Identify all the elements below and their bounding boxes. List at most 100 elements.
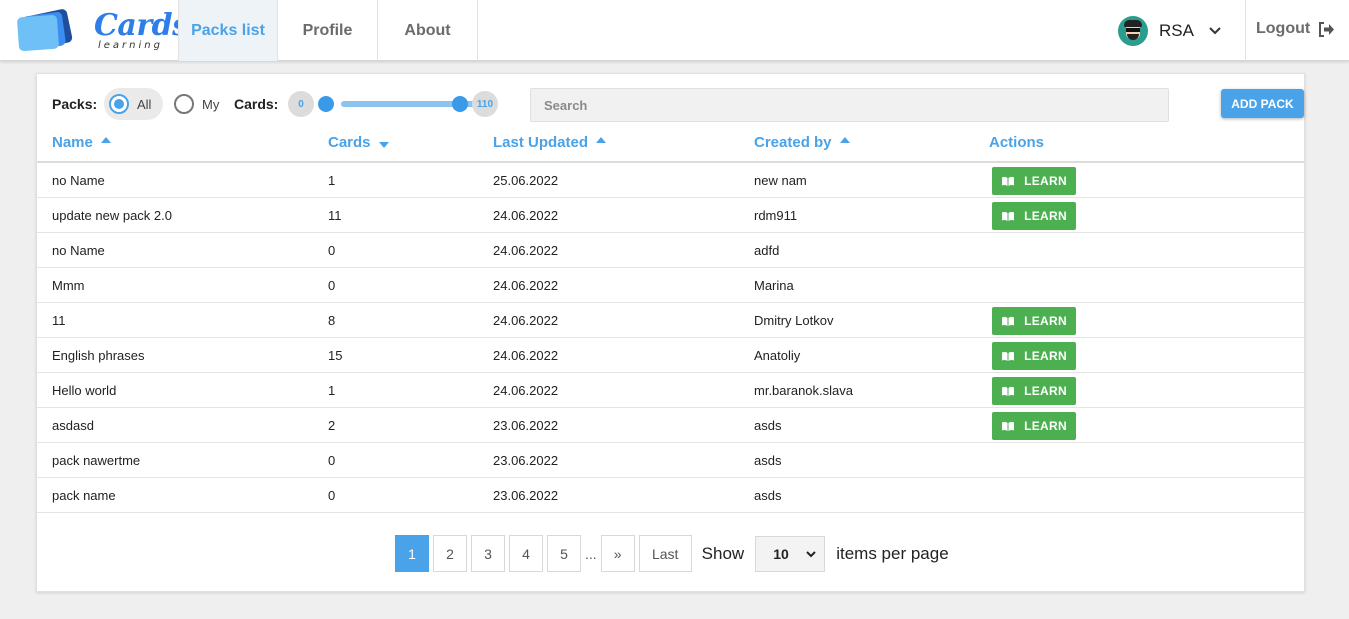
cell-name: Hello world <box>52 383 117 398</box>
cell-updated: 24.06.2022 <box>493 383 559 398</box>
col-name-label: Name <box>52 134 93 151</box>
page-1-button[interactable]: 1 <box>395 535 429 572</box>
book-icon <box>1002 351 1015 361</box>
cell-name: pack nawertme <box>52 453 141 468</box>
table-row: 11 8 24.06.2022 Dmitry Lotkov LEARN <box>37 303 1304 338</box>
cell-updated: 23.06.2022 <box>493 488 559 503</box>
cell-cards: 0 <box>328 453 336 468</box>
logout-button[interactable]: Logout <box>1256 20 1335 38</box>
logout-icon <box>1319 21 1335 37</box>
radio-all[interactable] <box>109 94 129 114</box>
learn-label: LEARN <box>1024 174 1067 188</box>
col-updated-header[interactable]: Last Updated <box>493 134 607 151</box>
cell-created-by: rdm911 <box>754 208 798 223</box>
search-input[interactable] <box>530 88 1169 122</box>
add-pack-button[interactable]: ADD PACK <box>1221 89 1304 118</box>
learn-button[interactable]: LEARN <box>992 307 1076 335</box>
cell-created-by: asds <box>754 453 782 468</box>
items-per-page-label: items per page <box>836 543 949 563</box>
chevron-down-icon <box>1209 27 1221 35</box>
sort-down-icon <box>378 141 389 148</box>
table-row: update new pack 2.0 11 24.06.2022 rdm911 LEA… <box>37 198 1304 233</box>
radio-my[interactable] <box>174 94 194 114</box>
col-cards-header[interactable]: Cards <box>328 134 389 151</box>
cell-name: pack name <box>52 488 116 503</box>
table-row: English phrases 15 24.06.2022 Anatoliy LEARN <box>37 338 1304 373</box>
col-actions-header: Actions <box>989 134 1044 151</box>
packs-filter-my[interactable]: My <box>174 88 219 120</box>
radio-all-label: All <box>137 96 152 112</box>
sort-up-icon <box>839 136 850 143</box>
header-divider <box>1245 0 1246 61</box>
packs-filter-all[interactable]: All <box>104 88 164 120</box>
book-icon <box>1002 176 1015 186</box>
learn-label: LEARN <box>1024 349 1067 363</box>
nav-profile[interactable]: Profile <box>278 0 378 61</box>
table-row: Mmm 0 24.06.2022 Marina <box>37 268 1304 303</box>
table-row: Hello world 1 24.06.2022 mr.baranok.slava LE… <box>37 373 1304 408</box>
next-page-button[interactable]: » <box>600 535 635 572</box>
col-created-label: Created by <box>754 134 832 151</box>
cell-cards: 0 <box>328 488 336 503</box>
cell-created-by: Marina <box>754 278 794 293</box>
nav-packs-list[interactable]: Packs list <box>178 0 278 61</box>
logo[interactable]: Cards learning <box>16 6 189 56</box>
learn-button[interactable]: LEARN <box>992 412 1076 440</box>
cards-max-value: 110 <box>472 91 498 117</box>
page-3-button[interactable]: 3 <box>471 535 505 572</box>
table-row: no Name 1 25.06.2022 new nam LEARN <box>37 163 1304 198</box>
cell-cards: 0 <box>328 278 336 293</box>
learn-label: LEARN <box>1024 419 1067 433</box>
cell-created-by: adfd <box>754 243 780 258</box>
cell-created-by: Anatoliy <box>754 348 801 363</box>
cell-created-by: Dmitry Lotkov <box>754 313 834 328</box>
page-5-button[interactable]: 5 <box>547 535 581 572</box>
cell-cards: 15 <box>328 348 343 363</box>
learn-label: LEARN <box>1024 209 1067 223</box>
last-page-button[interactable]: Last <box>638 535 692 572</box>
page-ellipsis: ... <box>585 545 597 562</box>
slider-min-thumb[interactable] <box>318 96 334 112</box>
cell-name: Mmm <box>52 278 85 293</box>
cell-updated: 25.06.2022 <box>493 173 559 188</box>
cell-updated: 23.06.2022 <box>493 418 559 433</box>
col-created-header[interactable]: Created by <box>754 134 850 151</box>
chevron-down-icon <box>806 550 816 557</box>
table-row: pack name 0 23.06.2022 asds <box>37 478 1304 513</box>
learn-button[interactable]: LEARN <box>992 342 1076 370</box>
nav-about[interactable]: About <box>378 0 478 61</box>
logo-text: Cards <box>94 8 189 43</box>
radio-my-label: My <box>202 96 220 112</box>
table-row: pack nawertme 0 23.06.2022 asds <box>37 443 1304 478</box>
cell-name: asdasd <box>52 418 94 433</box>
learn-button[interactable]: LEARN <box>992 167 1076 195</box>
slider-max-thumb[interactable] <box>452 96 468 112</box>
cell-cards: 0 <box>328 243 336 258</box>
col-actions-label: Actions <box>989 134 1045 151</box>
logo-subtext: learning <box>98 40 163 51</box>
cell-name: no Name <box>52 173 105 188</box>
cell-updated: 24.06.2022 <box>493 243 559 258</box>
show-label: Show <box>701 543 745 563</box>
page-4-button[interactable]: 4 <box>509 535 543 572</box>
col-name-header[interactable]: Name <box>52 134 111 151</box>
per-page-select[interactable]: 10 <box>755 535 826 572</box>
cards-logo-icon <box>17 9 73 52</box>
book-icon <box>1002 421 1015 431</box>
cards-min-value: 0 <box>288 91 314 117</box>
page-2-button[interactable]: 2 <box>433 535 467 572</box>
cell-updated: 24.06.2022 <box>493 278 559 293</box>
learn-label: LEARN <box>1024 384 1067 398</box>
cell-cards: 11 <box>328 208 342 223</box>
logout-label: Logout <box>1256 20 1311 37</box>
table-header: Name Cards Last Updated Created by Actio… <box>37 126 1304 163</box>
learn-button[interactable]: LEARN <box>992 377 1076 405</box>
col-cards-label: Cards <box>328 134 371 151</box>
main-nav: Packs list Profile About <box>178 0 478 61</box>
learn-button[interactable]: LEARN <box>992 202 1076 230</box>
learn-label: LEARN <box>1024 314 1067 328</box>
cell-created-by: new nam <box>754 173 807 188</box>
app-header: Cards learning Packs list Profile About … <box>0 0 1349 61</box>
user-menu[interactable]: RSA <box>1118 15 1222 47</box>
cards-filter-label: Cards: <box>234 96 279 112</box>
